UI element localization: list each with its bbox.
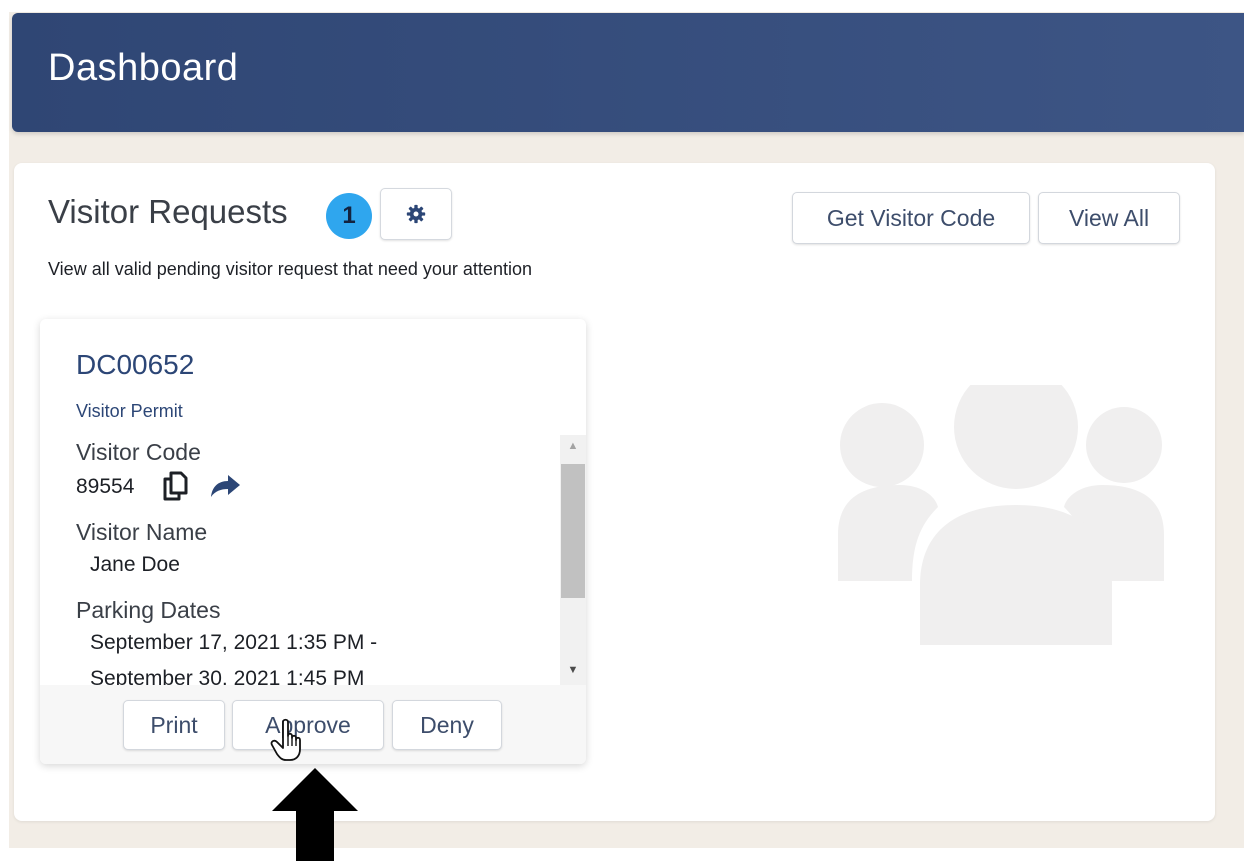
deny-button[interactable]: Deny <box>392 700 502 750</box>
parking-start-date: September 17, 2021 1:35 PM - <box>90 631 378 654</box>
share-button[interactable] <box>208 469 242 503</box>
scrollbar-thumb[interactable] <box>561 464 585 598</box>
settings-button[interactable] <box>380 188 452 240</box>
request-type: Visitor Permit <box>76 401 183 421</box>
scroll-down-icon[interactable]: ▼ <box>560 659 586 681</box>
hand-pointer-icon <box>270 718 301 761</box>
get-visitor-code-button[interactable]: Get Visitor Code <box>792 192 1030 244</box>
page-title: Dashboard <box>48 47 239 89</box>
people-group-icon <box>838 385 1164 645</box>
scroll-up-icon[interactable]: ▲ <box>560 435 586 457</box>
section-title: Visitor Requests <box>48 193 288 230</box>
left-edge <box>0 0 9 861</box>
request-id[interactable]: DC00652 <box>76 349 194 381</box>
view-all-button[interactable]: View All <box>1038 192 1180 244</box>
gear-icon <box>406 204 426 224</box>
dashboard-header: Dashboard <box>12 13 1244 132</box>
top-edge <box>0 0 1244 12</box>
approve-button[interactable]: Approve <box>232 700 384 750</box>
card-scrollbar[interactable]: ▲ ▼ <box>560 435 586 685</box>
copy-icon <box>163 471 188 501</box>
card-actions: Print Approve Deny <box>40 685 586 764</box>
copy-button[interactable] <box>158 469 192 503</box>
request-count-badge: 1 <box>326 193 372 239</box>
annotation-arrow-icon <box>272 768 358 861</box>
parking-dates-label: Parking Dates <box>76 597 221 623</box>
bottom-edge <box>0 848 1244 861</box>
visitor-request-card: DC00652 Visitor Permit Visitor Code 8955… <box>40 319 586 764</box>
visitor-name-value: Jane Doe <box>90 553 180 576</box>
share-icon <box>211 475 240 497</box>
visitor-name-label: Visitor Name <box>76 519 208 545</box>
parking-end-date: September 30, 2021 1:45 PM <box>90 667 365 685</box>
visitor-code-value: 89554 <box>76 475 135 498</box>
section-subtitle: View all valid pending visitor request t… <box>48 259 532 279</box>
card-scroll-area[interactable]: Visitor Code 89554 Visitor Name Jane Doe… <box>40 435 586 685</box>
visitor-code-label: Visitor Code <box>76 439 201 465</box>
print-button[interactable]: Print <box>123 700 225 750</box>
